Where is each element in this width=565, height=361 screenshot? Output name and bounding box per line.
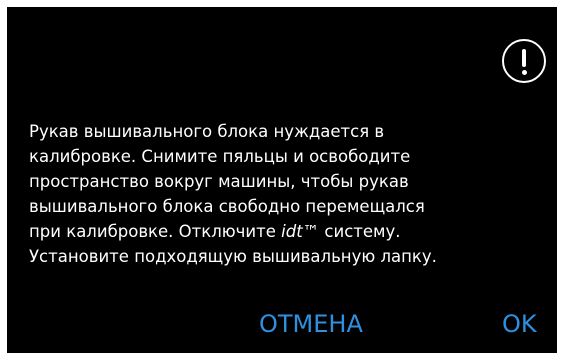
cancel-button[interactable]: ОТМЕНА <box>259 309 363 339</box>
message-line-1: Рукав вышивального блока нуждается в <box>29 122 385 141</box>
message-line-3: пространство вокруг машины, чтобы рукав <box>29 172 409 191</box>
calibration-dialog: Рукав вышивального блока нуждается в кал… <box>7 7 557 353</box>
message-line-2: калибровке. Снимите пяльцы и освободите <box>29 147 411 166</box>
message-line-5: при калибровке. Отключите idt™ систему. <box>29 219 544 244</box>
idt-brand-text: idt <box>281 222 303 241</box>
message-line-4: вышивального блока свободно перемещался <box>29 197 425 216</box>
exclamation-dot <box>521 70 527 75</box>
message-line-5-start: при калибровке. Отключите <box>29 222 282 241</box>
calibration-message: Рукав вышивального блока нуждается в кал… <box>29 119 544 269</box>
message-line-5-end: ™ систему. <box>302 222 401 241</box>
message-line-6: Установите подходящую вышивальную лапку. <box>29 247 437 266</box>
ok-button[interactable]: OK <box>502 309 537 339</box>
exclamation-circle-icon <box>502 39 546 83</box>
exclamation-bar <box>522 49 526 67</box>
